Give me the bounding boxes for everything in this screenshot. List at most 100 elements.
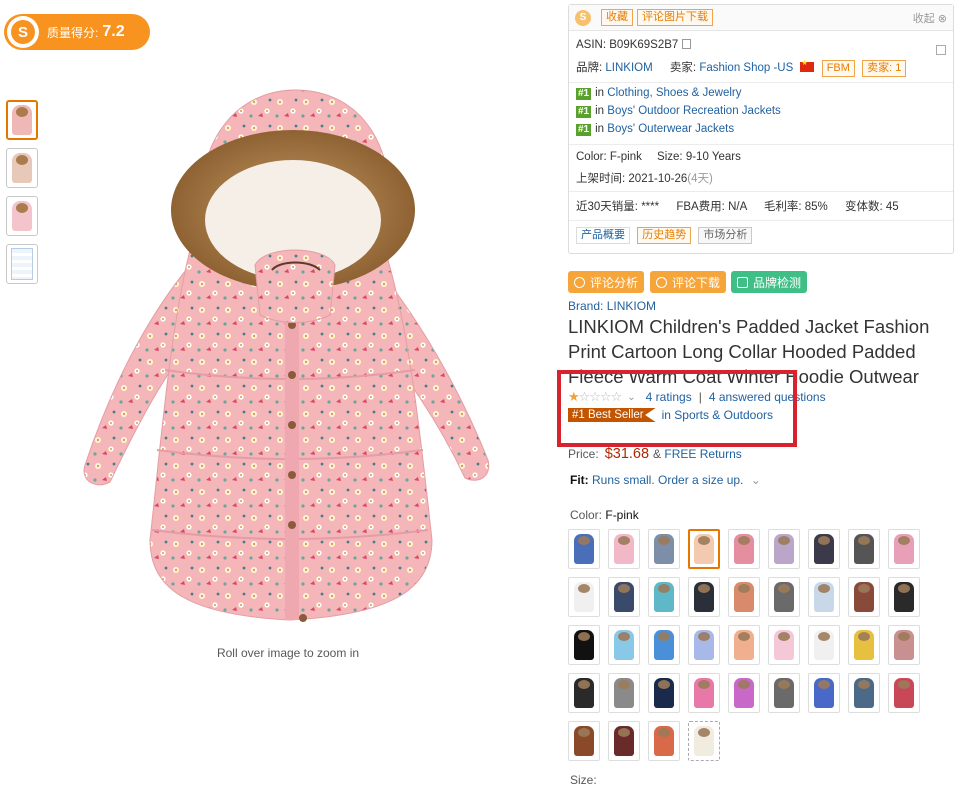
jacket-thumbnail-icon (12, 105, 32, 135)
variant-size-value: 9-10 Years (685, 151, 741, 163)
color-swatch[interactable] (728, 577, 760, 617)
thumbnail-jacket-side[interactable] (6, 196, 38, 236)
copy-icon[interactable] (682, 39, 692, 49)
rank-category-link[interactable]: Boys' Outdoor Recreation Jackets (607, 105, 781, 117)
color-swatch[interactable] (608, 529, 640, 569)
color-swatch[interactable] (568, 529, 600, 569)
color-swatch-grid (568, 529, 928, 769)
price-value: $31.68 (604, 446, 650, 462)
color-swatch[interactable] (688, 673, 720, 713)
brand-check-button[interactable]: 品牌检测 (731, 271, 808, 293)
color-swatch[interactable] (808, 529, 840, 569)
color-swatch[interactable] (648, 625, 680, 665)
thumbnail-size-chart[interactable] (6, 244, 38, 284)
color-swatch[interactable] (688, 625, 720, 665)
color-swatch[interactable] (848, 673, 880, 713)
main-product-image[interactable] (40, 70, 540, 640)
brand-link[interactable]: LINKIOM (605, 62, 652, 74)
jacket-swatch-icon (774, 534, 794, 564)
jacket-swatch-icon (574, 726, 594, 756)
color-swatch[interactable] (608, 721, 640, 761)
jacket-swatch-icon (574, 534, 594, 564)
color-swatch[interactable] (768, 673, 800, 713)
jacket-swatch-icon (734, 630, 754, 660)
color-swatch[interactable] (888, 673, 920, 713)
jacket-swatch-icon (694, 726, 714, 756)
color-swatch[interactable] (688, 721, 720, 761)
rank-category-link[interactable]: Boys' Outerwear Jackets (607, 123, 734, 135)
jacket-side-thumbnail-icon (12, 201, 32, 231)
color-swatch[interactable] (768, 529, 800, 569)
thumbnail-jacket-front[interactable] (6, 100, 38, 140)
color-swatch[interactable] (688, 529, 720, 569)
color-swatch[interactable] (608, 673, 640, 713)
thumbnail-jacket-hood[interactable] (6, 148, 38, 188)
color-swatch[interactable] (888, 529, 920, 569)
chevron-down-icon[interactable]: ⌄ (751, 473, 761, 487)
color-swatch[interactable] (568, 577, 600, 617)
sales-value: **** (641, 201, 660, 213)
jacket-swatch-icon (654, 582, 674, 612)
rank-row: #1 in Boys' Outerwear Jackets (576, 123, 735, 136)
color-swatch[interactable] (608, 577, 640, 617)
color-swatch[interactable] (648, 577, 680, 617)
color-swatch[interactable] (728, 529, 760, 569)
color-swatch[interactable] (608, 625, 640, 665)
quality-score-badge[interactable]: S 质量得分: 7.2 (4, 14, 150, 50)
expand-icon[interactable] (936, 45, 946, 55)
seller-count-badge[interactable]: 卖家: 1 (862, 60, 907, 77)
jacket-swatch-icon (854, 630, 874, 660)
jacket-swatch-icon (654, 726, 674, 756)
jacket-swatch-icon (694, 630, 714, 660)
asin-value: B09K69S2B7 (609, 39, 679, 51)
color-swatch[interactable] (648, 529, 680, 569)
jacket-swatch-icon (774, 678, 794, 708)
download-review-images-button[interactable]: 评论图片下载 (637, 9, 713, 26)
color-swatch[interactable] (808, 625, 840, 665)
quality-score-value: 7.2 (102, 23, 125, 40)
color-swatch[interactable] (648, 673, 680, 713)
color-swatch[interactable] (688, 577, 720, 617)
tab-market[interactable]: 市场分析 (698, 227, 753, 244)
rank-row: #1 in Boys' Outdoor Recreation Jackets (576, 105, 781, 118)
color-swatch[interactable] (888, 625, 920, 665)
variants-value: 45 (885, 201, 899, 213)
color-swatch[interactable] (728, 625, 760, 665)
color-selection-label: Color: F-pink (570, 508, 639, 522)
color-swatch[interactable] (808, 577, 840, 617)
color-swatch[interactable] (728, 673, 760, 713)
jacket-swatch-icon (854, 678, 874, 708)
price-row: Price: $31.68 & FREE Returns (568, 446, 742, 462)
seller-link[interactable]: Fashion Shop -US (699, 62, 793, 74)
collapse-icon: ⊗ (937, 12, 947, 25)
collapse-button[interactable]: 收起 ⊗ (913, 10, 947, 26)
review-download-button[interactable]: 评论下载 (650, 271, 727, 293)
brand-store-link[interactable]: Brand: LINKIOM (568, 299, 656, 313)
review-analysis-button[interactable]: 评论分析 (568, 271, 645, 293)
color-swatch[interactable] (568, 625, 600, 665)
color-swatch[interactable] (568, 673, 600, 713)
fit-info-link[interactable]: Runs small. Order a size up. (592, 473, 743, 487)
free-returns-link[interactable]: FREE Returns (664, 447, 741, 461)
tab-overview[interactable]: 产品概要 (576, 227, 630, 244)
jacket-swatch-icon (894, 630, 914, 660)
color-swatch[interactable] (768, 577, 800, 617)
color-swatch[interactable] (568, 721, 600, 761)
asin-row: ASIN: B09K69S2B7 (576, 39, 692, 51)
jacket-swatch-icon (694, 534, 714, 564)
variant-row: Color: F-pink Size: 9-10 Years (576, 151, 741, 163)
color-swatch[interactable] (648, 721, 680, 761)
rank-category-link[interactable]: Clothing, Shoes & Jewelry (607, 87, 741, 99)
color-swatch[interactable] (768, 625, 800, 665)
color-swatch[interactable] (848, 577, 880, 617)
jacket-hood-thumbnail-icon (12, 153, 32, 183)
tab-history[interactable]: 历史趋势 (637, 227, 692, 244)
highlight-annotation-box (557, 370, 797, 447)
color-swatch[interactable] (888, 577, 920, 617)
color-swatch[interactable] (848, 529, 880, 569)
listed-date-row: 上架时间: 2021-10-26(4天) (576, 173, 713, 185)
favorite-button[interactable]: 收藏 (601, 9, 633, 26)
color-swatch[interactable] (848, 625, 880, 665)
jacket-swatch-icon (734, 582, 754, 612)
color-swatch[interactable] (808, 673, 840, 713)
